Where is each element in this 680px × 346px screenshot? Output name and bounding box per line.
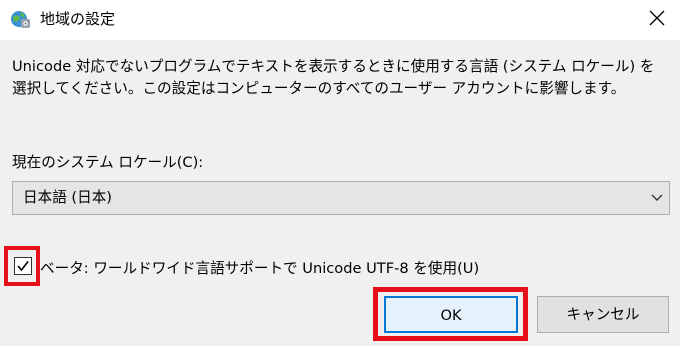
region-settings-dialog: 地域の設定 Unicode 対応でないプログラムでテキストを表示するときに使用す… bbox=[0, 0, 680, 346]
dialog-body: Unicode 対応でないプログラムでテキストを表示するときに使用する言語 (シ… bbox=[0, 40, 680, 346]
window-title: 地域の設定 bbox=[40, 10, 116, 28]
ok-button[interactable]: OK bbox=[384, 296, 518, 333]
chevron-down-icon bbox=[651, 194, 663, 201]
description-text: Unicode 対応でないプログラムでテキストを表示するときに使用する言語 (シ… bbox=[12, 58, 655, 97]
system-locale-value: 日本語 (日本) bbox=[23, 189, 112, 206]
utf8-beta-checkbox[interactable] bbox=[14, 257, 32, 275]
system-locale-label: 現在のシステム ロケール(C): bbox=[12, 154, 204, 171]
close-icon bbox=[649, 10, 665, 26]
checkmark-icon bbox=[17, 261, 29, 272]
system-locale-dropdown[interactable]: 日本語 (日本) bbox=[12, 181, 670, 215]
utf8-beta-label[interactable]: ベータ: ワールドワイド言語サポートで Unicode UTF-8 を使用(U) bbox=[40, 259, 479, 279]
close-button[interactable] bbox=[634, 0, 680, 38]
title-bar: 地域の設定 bbox=[0, 0, 680, 40]
globe-settings-icon bbox=[10, 8, 32, 30]
cancel-button[interactable]: キャンセル bbox=[537, 296, 669, 333]
